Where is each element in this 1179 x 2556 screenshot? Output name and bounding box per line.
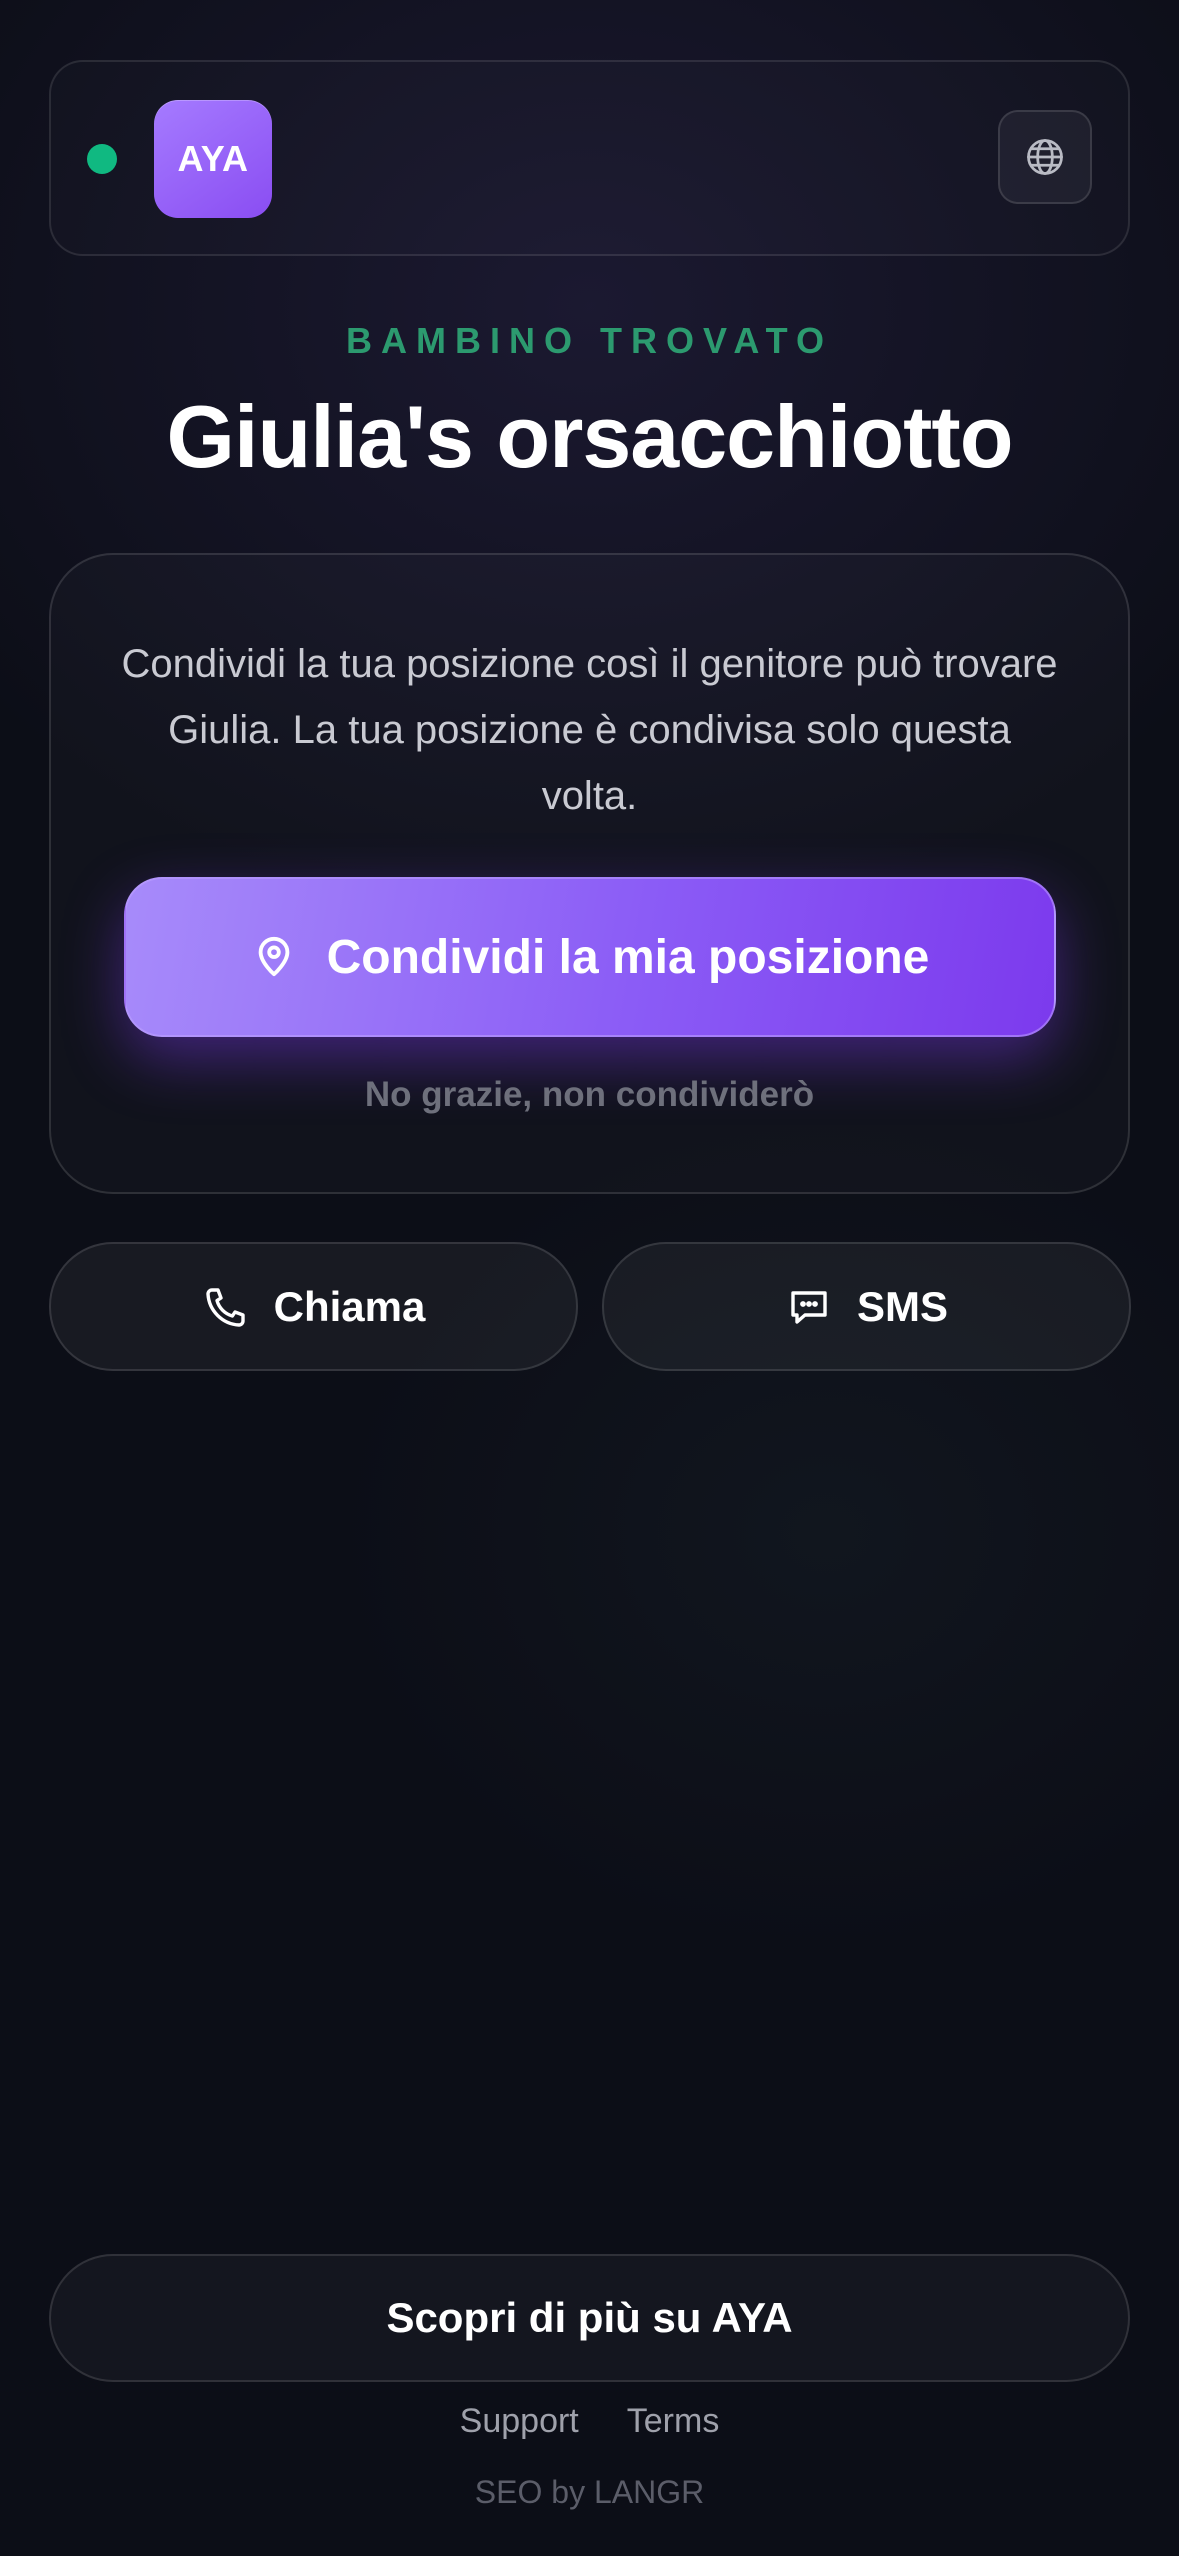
learn-more-label: Scopri di più su AYA [386,2294,793,2341]
location-pin-icon [251,934,297,980]
page-title: Giulia's orsacchiotto [166,387,1014,486]
call-button[interactable]: Chiama [49,1242,578,1371]
support-link[interactable]: Support [460,2402,579,2441]
globe-icon [1023,135,1067,179]
sms-button[interactable]: SMS [602,1242,1131,1371]
top-bar: AYA [49,60,1130,256]
chat-bubble-icon [785,1283,833,1331]
seo-credit-link[interactable]: SEO by LANGR [0,2474,1179,2511]
share-location-card: Condividi la tua posizione così il genit… [49,553,1130,1194]
language-button[interactable] [998,110,1092,204]
aya-logo[interactable]: AYA [154,100,272,218]
call-button-label: Chiama [273,1282,426,1330]
online-status-dot [87,144,117,174]
share-button-label: Condividi la mia posizione [326,930,930,984]
decline-share-link[interactable]: No grazie, non condividerò [51,1075,1128,1115]
terms-link[interactable]: Terms [627,2402,720,2441]
footer-links: Support Terms [0,2402,1179,2441]
share-description: Condividi la tua posizione così il genit… [121,642,1058,818]
sms-button-label: SMS [856,1282,948,1330]
logo-text: AYA [177,138,249,179]
phone-icon [202,1283,250,1331]
learn-more-button[interactable]: Scopri di più su AYA [49,2254,1130,2382]
share-location-button[interactable]: Condividi la mia posizione [124,877,1056,1037]
found-label: BAMBINO TROVATO [346,320,833,361]
